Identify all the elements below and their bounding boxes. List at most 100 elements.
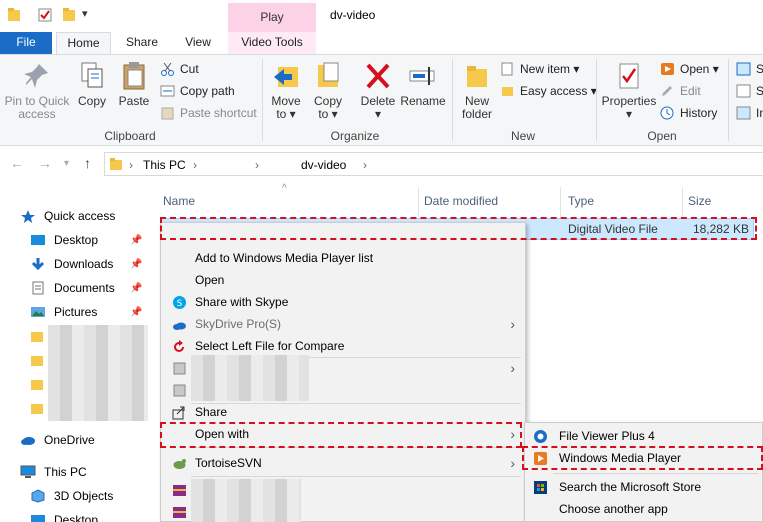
rename-button[interactable]: Rename [400, 61, 446, 108]
rename-label: Rename [400, 94, 446, 108]
archive-icon [173, 485, 186, 496]
column-header-name[interactable]: Name [163, 194, 195, 208]
nav-desktop[interactable]: Desktop [30, 229, 98, 251]
pin-icon: 📌 [130, 259, 143, 270]
new-folder-button[interactable]: New folder [458, 61, 496, 121]
submenu-arrow-icon: › [510, 455, 515, 471]
copy-button[interactable]: Copy [74, 61, 110, 108]
folder-icon[interactable] [7, 7, 21, 23]
copy-path-button[interactable]: Copy path [160, 81, 235, 101]
new-folder-icon[interactable] [62, 7, 76, 23]
select-all-icon [736, 62, 751, 76]
tab-home[interactable]: Home [56, 32, 111, 54]
copy-to-button[interactable]: Copy to ▾ [310, 61, 346, 121]
menu-open[interactable]: Open [161, 269, 525, 291]
tab-view[interactable]: View [172, 32, 224, 54]
column-separator[interactable] [418, 187, 419, 217]
tab-file[interactable]: File [0, 32, 52, 54]
submenu-file-viewer-plus-label: File Viewer Plus 4 [559, 429, 655, 443]
copy-path-label: Copy path [180, 84, 235, 98]
menu-share-with-skype[interactable]: S Share with Skype [161, 291, 525, 313]
open-label: Open ▾ [680, 62, 719, 76]
cut-button[interactable]: Cut [160, 59, 199, 79]
column-header-date[interactable]: Date modified [424, 194, 498, 208]
nav-3d-objects[interactable]: 3D Objects [30, 485, 113, 507]
submenu-windows-media-player[interactable]: Windows Media Player [525, 447, 762, 469]
history-button[interactable]: History [660, 103, 717, 123]
menu-open-with[interactable]: Open with › [161, 423, 525, 445]
nav-quick-access[interactable]: Quick access [20, 205, 115, 227]
edit-button[interactable]: Edit [660, 81, 701, 101]
tab-video-tools[interactable]: Video Tools [228, 32, 316, 54]
nav-pc-desktop[interactable]: Desktop [30, 509, 98, 522]
computer-icon [20, 465, 36, 478]
address-bar[interactable]: › This PC › › dv-video › [104, 152, 763, 176]
move-to-button[interactable]: Move to ▾ [268, 61, 304, 121]
select-none-button[interactable]: S [736, 81, 763, 101]
tab-share[interactable]: Share [114, 32, 170, 54]
menu-select-left-compare-label: Select Left File for Compare [195, 339, 345, 353]
new-item-button[interactable]: New item ▾ [500, 59, 579, 79]
properties-check-icon[interactable] [38, 7, 52, 23]
select-none-icon [736, 84, 751, 98]
select-none-label: S [756, 84, 763, 98]
documents-icon [32, 281, 44, 295]
window-title: dv-video [330, 8, 376, 22]
ribbon-separator [596, 59, 597, 141]
select-all-button[interactable]: S [736, 59, 763, 79]
menu-tortoisesvn[interactable]: TortoiseSVN › [161, 452, 525, 474]
delete-sub: ▾ [374, 107, 382, 121]
column-separator[interactable] [682, 187, 683, 217]
nav-documents[interactable]: Documents [30, 277, 115, 299]
copy-label: Copy [77, 94, 106, 108]
column-separator[interactable] [560, 187, 561, 217]
paste-button[interactable]: Paste [116, 61, 152, 108]
easy-access-button[interactable]: Easy access ▾ [500, 81, 597, 101]
pin-label-line2: access [18, 107, 56, 121]
properties-button[interactable]: Properties ▾ [600, 61, 658, 121]
nav-onedrive[interactable]: OneDrive [20, 429, 95, 451]
back-arrow-icon[interactable]: ← [10, 155, 24, 171]
delete-button[interactable]: Delete ▾ [356, 61, 400, 121]
recent-locations-icon[interactable]: ▾ [64, 158, 69, 169]
breadcrumb-dv-video[interactable]: dv-video [301, 158, 346, 172]
pin-icon: 📌 [130, 307, 143, 318]
submenu-search-store[interactable]: Search the Microsoft Store [525, 476, 762, 498]
menu-separator [191, 447, 521, 448]
nav-onedrive-label: OneDrive [44, 433, 95, 447]
menu-add-to-wmp-list[interactable]: Add to Windows Media Player list [161, 247, 525, 269]
menu-select-left-compare[interactable]: Select Left File for Compare [161, 335, 525, 357]
pin-to-quick-access-button[interactable]: Pin to Quick access [4, 61, 70, 121]
menu-skydrive-pro-label: SkyDrive Pro(S) [195, 317, 282, 331]
breadcrumb-this-pc[interactable]: This PC [143, 158, 186, 172]
menu-share[interactable]: Share [161, 401, 525, 423]
history-icon [660, 106, 674, 120]
nav-pictures[interactable]: Pictures [30, 301, 97, 323]
nav-this-pc[interactable]: This PC [20, 461, 87, 483]
menu-skydrive-pro[interactable]: SkyDrive Pro(S) › [161, 313, 525, 335]
column-header-size[interactable]: Size [688, 194, 711, 208]
clipboard-group-label: Clipboard [104, 129, 156, 143]
copy-path-icon [160, 85, 175, 97]
app-icon [173, 384, 186, 397]
nav-this-pc-label: This PC [44, 465, 87, 479]
submenu-file-viewer-plus[interactable]: File Viewer Plus 4 [525, 425, 762, 447]
desktop-icon [31, 515, 45, 522]
title-bar: ▾ Play dv-video [0, 0, 763, 32]
customize-qat-icon[interactable]: ▾ [82, 7, 88, 20]
easy-access-label: Easy access ▾ [520, 84, 597, 98]
forward-arrow-icon[interactable]: → [38, 155, 52, 171]
scissors-icon [161, 62, 174, 76]
select-all-label: S [756, 62, 763, 76]
column-header-type[interactable]: Type [568, 194, 594, 208]
invert-selection-button[interactable]: In [736, 103, 763, 123]
up-arrow-icon[interactable]: ↑ [84, 155, 91, 171]
submenu-choose-another-app[interactable]: Choose another app [525, 498, 762, 520]
open-button[interactable]: Open ▾ [660, 59, 719, 79]
paste-shortcut-button[interactable]: Paste shortcut [160, 103, 257, 123]
easy-access-icon [502, 87, 513, 96]
submenu-arrow-icon: › [510, 316, 515, 332]
nav-downloads[interactable]: Downloads [30, 253, 113, 275]
move-to-icon [274, 67, 298, 87]
delete-x-icon [366, 63, 390, 89]
